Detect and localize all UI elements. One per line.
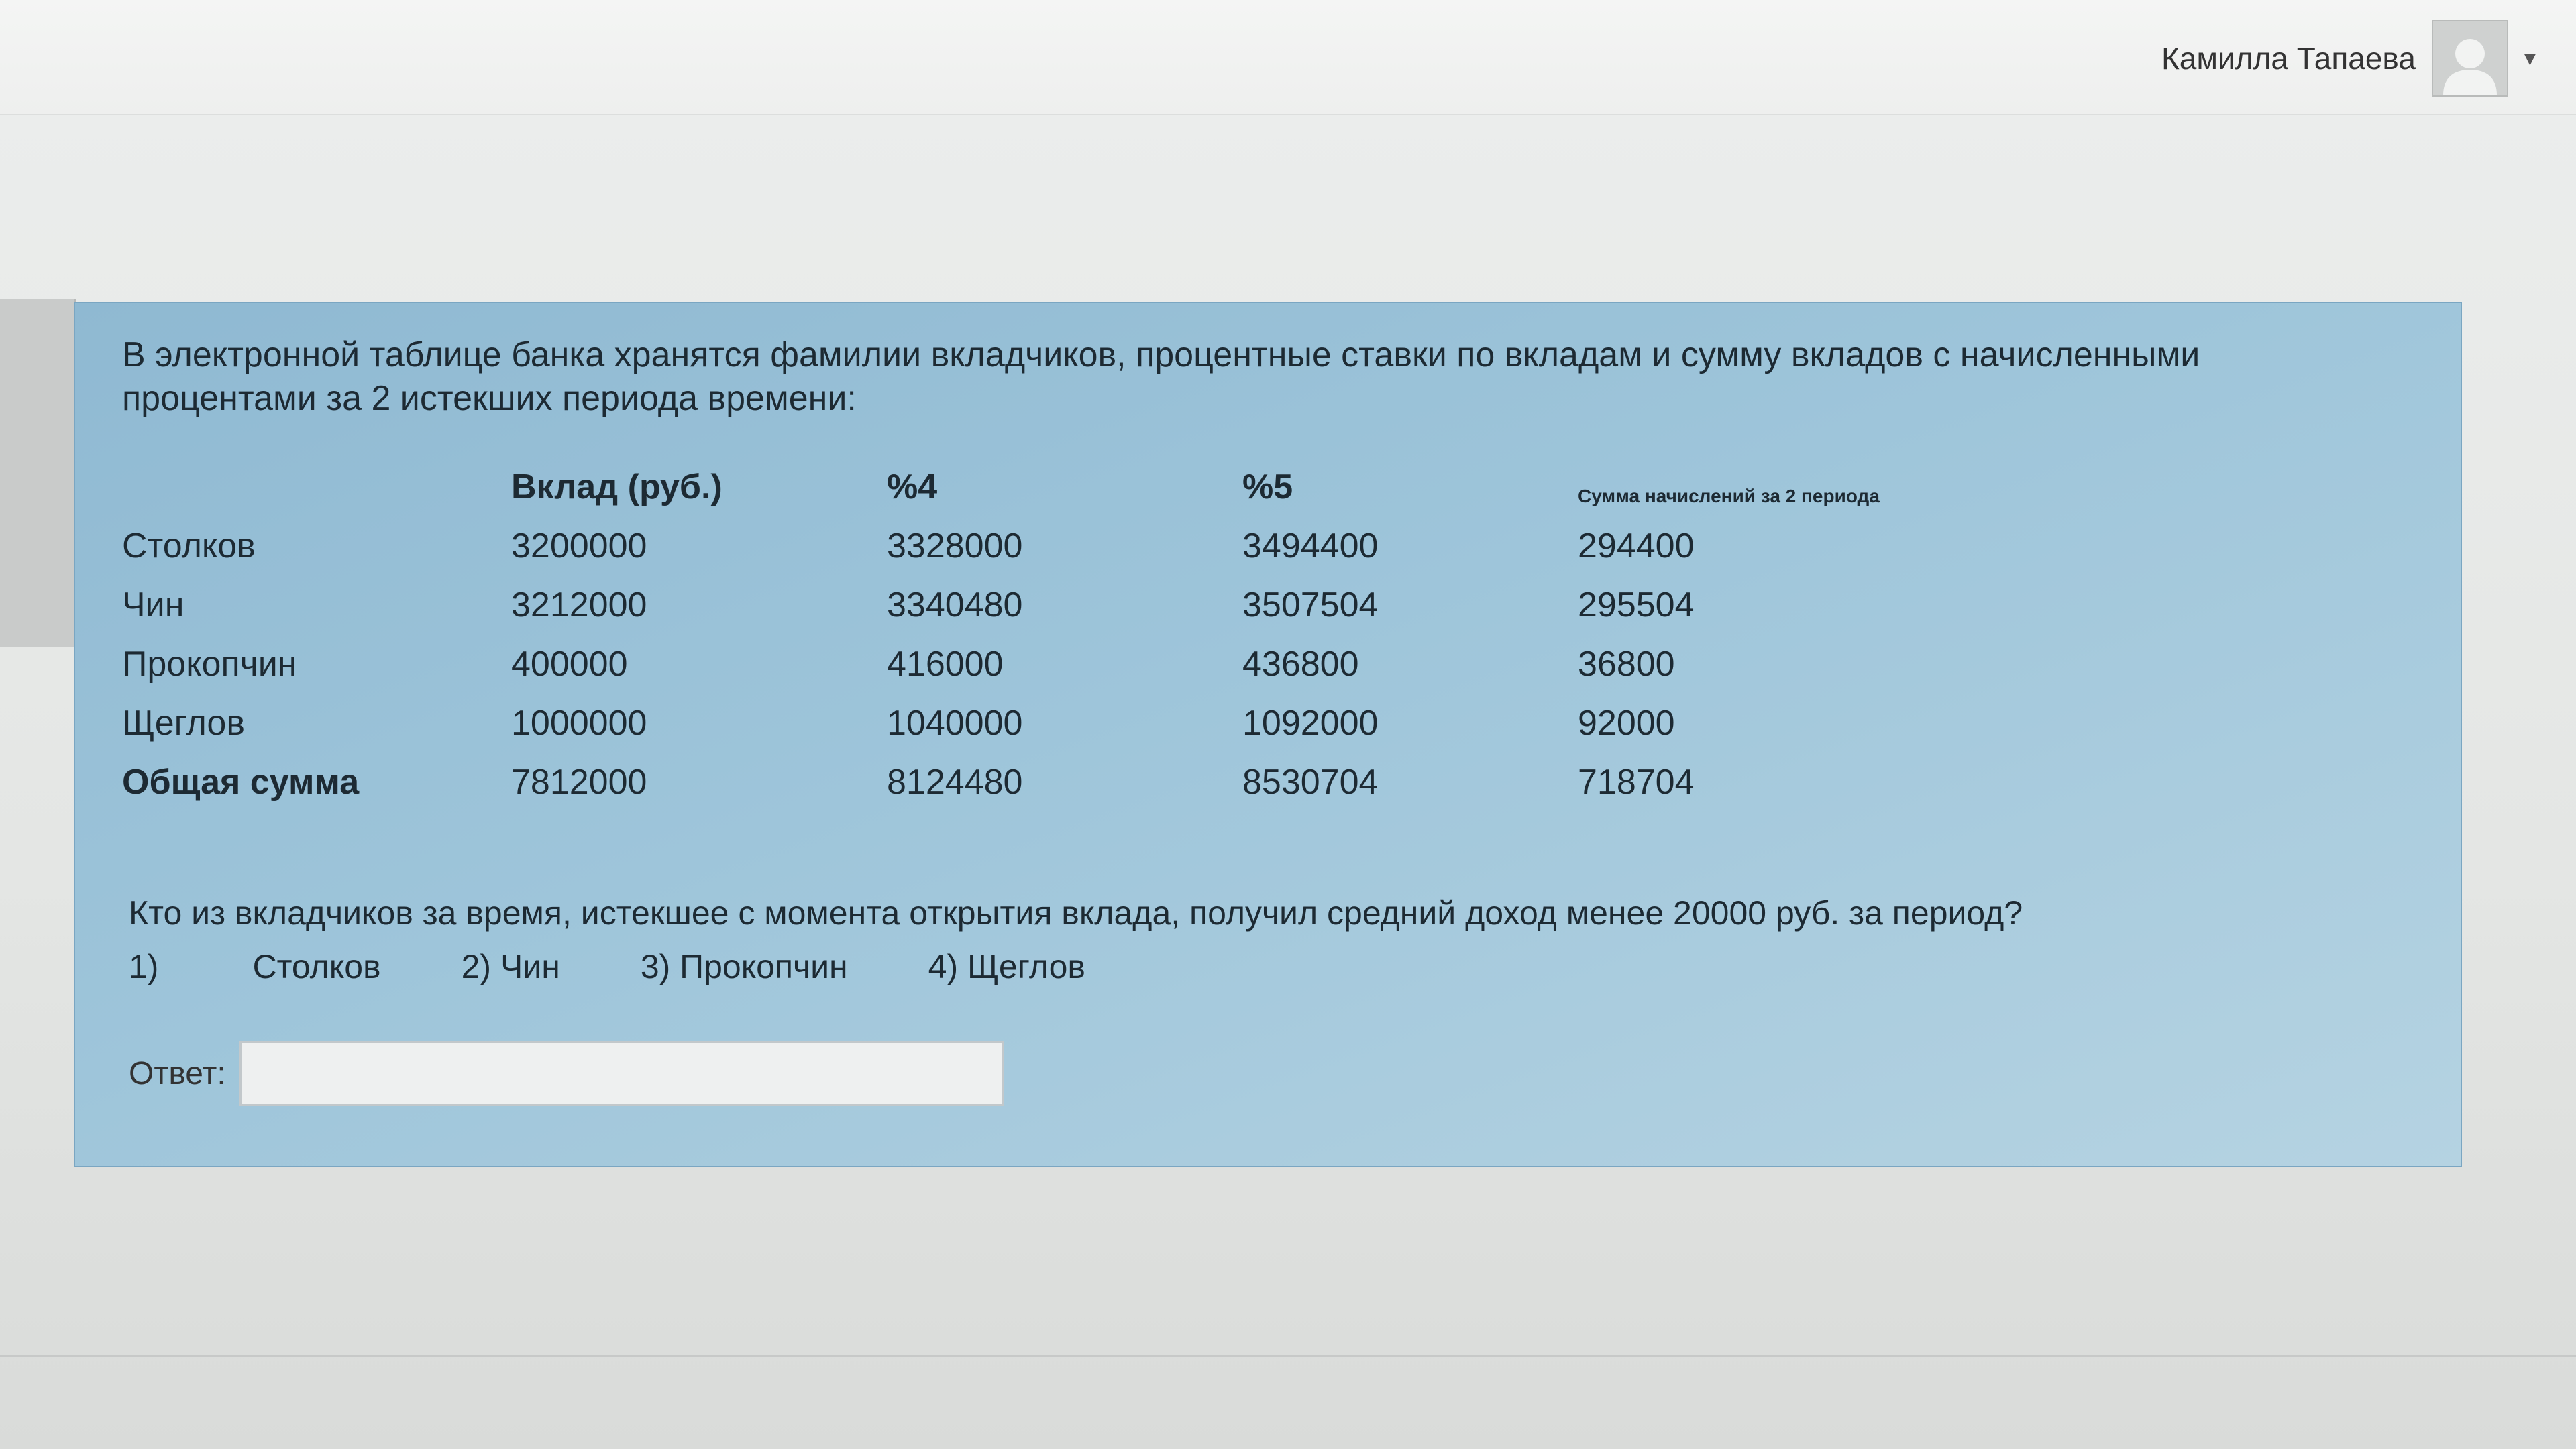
side-tab[interactable] bbox=[0, 299, 76, 647]
deposits-table: Вклад (руб.) %4 %5 Сумма начислений за 2… bbox=[122, 458, 1980, 812]
option-1-number: 1) bbox=[129, 948, 159, 985]
cell-rate-5: 436800 bbox=[1242, 645, 1359, 684]
table-row: Чин 3212000 3340480 3507504 295504 bbox=[122, 576, 1980, 635]
answer-row: Ответ: bbox=[129, 1041, 1004, 1106]
cell-accrued: 92000 bbox=[1578, 704, 1675, 743]
cell-name: Столков bbox=[122, 527, 256, 566]
cell-rate-4: 3328000 bbox=[887, 527, 1023, 566]
cell-deposit: 1000000 bbox=[511, 704, 647, 743]
cell-rate-4: 3340480 bbox=[887, 586, 1023, 625]
cell-deposit: 7812000 bbox=[511, 763, 647, 802]
table-row: Щеглов 1000000 1040000 1092000 92000 bbox=[122, 694, 1980, 753]
header-name bbox=[122, 458, 511, 517]
cell-name: Прокопчин bbox=[122, 645, 297, 684]
table-header-row: Вклад (руб.) %4 %5 Сумма начислений за 2… bbox=[122, 458, 1980, 517]
cell-name: Чин bbox=[122, 586, 184, 625]
table-total-row: Общая сумма 7812000 8124480 8530704 7187… bbox=[122, 753, 1980, 812]
cell-rate-5: 3494400 bbox=[1242, 527, 1379, 566]
cell-rate-4: 1040000 bbox=[887, 704, 1023, 743]
task-intro: В электронной таблице банка хранятся фам… bbox=[122, 335, 2200, 418]
cell-name: Общая сумма bbox=[122, 763, 360, 802]
answer-label: Ответ: bbox=[129, 1055, 226, 1091]
cell-deposit: 3200000 bbox=[511, 527, 647, 566]
chevron-down-icon[interactable]: ▾ bbox=[2524, 45, 2536, 72]
cell-accrued: 295504 bbox=[1578, 586, 1695, 625]
table-row: Столков 3200000 3328000 3494400 294400 bbox=[122, 517, 1980, 576]
option-2: 2) Чин bbox=[461, 948, 560, 985]
cell-accrued: 36800 bbox=[1578, 645, 1675, 684]
cell-rate-5: 1092000 bbox=[1242, 704, 1379, 743]
question-text: Кто из вкладчиков за время, истекшее с м… bbox=[129, 894, 2023, 932]
cell-deposit: 400000 bbox=[511, 645, 628, 684]
top-bar: Камилла Тапаева ▾ bbox=[0, 0, 2576, 115]
user-avatar-icon[interactable] bbox=[2431, 20, 2508, 97]
cell-rate-5: 3507504 bbox=[1242, 586, 1379, 625]
user-name[interactable]: Камилла Тапаева bbox=[2161, 40, 2416, 76]
option-3: 3) Прокопчин bbox=[640, 948, 848, 985]
option-4: 4) Щеглов bbox=[928, 948, 1085, 985]
cell-name: Щеглов bbox=[122, 704, 245, 743]
answer-options: 1) Столков 2) Чин 3) Прокопчин 4) Щеглов bbox=[129, 947, 1166, 986]
cell-accrued: 294400 bbox=[1578, 527, 1695, 566]
option-1: Столков bbox=[252, 948, 381, 985]
answer-input[interactable] bbox=[239, 1041, 1004, 1106]
header-rate-4: %4 bbox=[887, 468, 938, 506]
cell-deposit: 3212000 bbox=[511, 586, 647, 625]
header-deposit: Вклад (руб.) bbox=[511, 468, 722, 506]
screen: Камилла Тапаева ▾ В электронной таблице … bbox=[0, 0, 2576, 1449]
cell-accrued: 718704 bbox=[1578, 763, 1695, 802]
user-menu[interactable]: Камилла Тапаева ▾ bbox=[2161, 20, 2536, 97]
cell-rate-4: 416000 bbox=[887, 645, 1004, 684]
cell-rate-4: 8124480 bbox=[887, 763, 1023, 802]
table-row: Прокопчин 400000 416000 436800 36800 bbox=[122, 635, 1980, 694]
question-panel: В электронной таблице банка хранятся фам… bbox=[74, 302, 2462, 1167]
header-rate-5: %5 bbox=[1242, 468, 1293, 506]
cell-rate-5: 8530704 bbox=[1242, 763, 1379, 802]
header-total-accrued: Сумма начислений за 2 периода bbox=[1578, 486, 1880, 506]
divider bbox=[0, 1355, 2576, 1357]
